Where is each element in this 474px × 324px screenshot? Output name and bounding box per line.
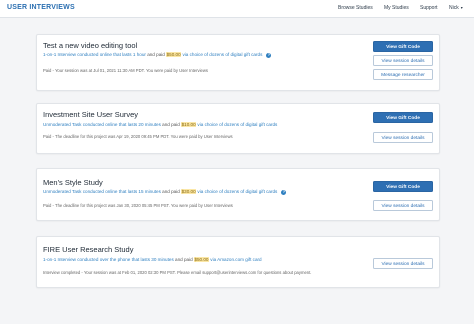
incentive-type-link[interactable]: via Amazon.com gift card [209,257,261,262]
study-card: Investment Site User Survey Unmoderated … [36,103,440,154]
incentive-type-link[interactable]: via choice of dozens of digital gift car… [196,189,277,194]
payment-status: Paid - The deadline for this project was… [43,134,233,139]
study-card: Men's Style Study Unmoderated Task condu… [36,168,440,221]
top-navigation-bar: USER INTERVIEWS Browse Studies My Studie… [0,0,474,18]
study-card: Test a new video editing tool 1-on-1 Int… [36,34,440,91]
study-summary: 1-on-1 Interview conducted online that l… [43,52,272,58]
incentive-type-link[interactable]: via choice of dozens of digital gift car… [196,122,277,127]
user-name: Nick [449,5,459,11]
nav-my-studies[interactable]: My Studies [384,5,409,11]
payment-status: Paid - Your session was at Jul 01, 2021 … [43,68,208,73]
user-menu[interactable]: Nick ▾ [449,5,463,11]
study-title: FIRE User Research Study [43,245,134,254]
study-summary: 1-on-1 Interview conducted over the phon… [43,257,262,262]
study-title: Test a new video editing tool [43,41,138,50]
nav-support[interactable]: Support [420,5,438,11]
payment-status: Paid - The deadline for this project was… [43,203,233,208]
incentive-amount: $50.00 [166,52,182,57]
incentive-amount: $30.00 [181,189,197,194]
incentive-amount: $50.00 [193,257,209,262]
chevron-down-icon: ▾ [460,5,463,10]
message-researcher-button[interactable]: Message researcher [373,69,433,80]
view-gift-code-button[interactable]: View Gift Code [373,41,433,52]
study-format-link[interactable]: 1-on-1 Interview conducted online that l… [43,52,146,57]
incentive-amount: $10.00 [181,122,197,127]
study-title: Men's Style Study [43,178,103,187]
study-title: Investment Site User Survey [43,110,139,119]
view-session-details-button[interactable]: View session details [373,200,433,211]
payment-status: Interview completed - Your session was a… [43,270,312,275]
view-session-details-button[interactable]: View session details [373,132,433,143]
view-session-details-button[interactable]: View session details [373,258,433,269]
study-format-link[interactable]: 1-on-1 Interview conducted over the phon… [43,257,174,262]
brand-logo[interactable]: USER INTERVIEWS [7,4,75,11]
study-summary: Unmoderated Task conducted online that l… [43,122,278,127]
study-card: FIRE User Research Study 1-on-1 Intervie… [36,236,440,288]
question-icon[interactable]: ? [281,190,287,195]
view-gift-code-button[interactable]: View Gift Code [373,112,433,123]
view-session-details-button[interactable]: View session details [373,55,433,66]
question-icon[interactable]: ? [266,53,272,58]
study-format-link[interactable]: Unmoderated Task conducted online that l… [43,189,161,194]
study-summary: Unmoderated Task conducted online that l… [43,189,287,195]
incentive-type-link[interactable]: via choice of dozens of digital gift car… [181,52,262,57]
view-gift-code-button[interactable]: View Gift Code [373,181,433,192]
study-format-link[interactable]: Unmoderated Task conducted online that l… [43,122,161,127]
nav-browse-studies[interactable]: Browse Studies [338,5,373,11]
